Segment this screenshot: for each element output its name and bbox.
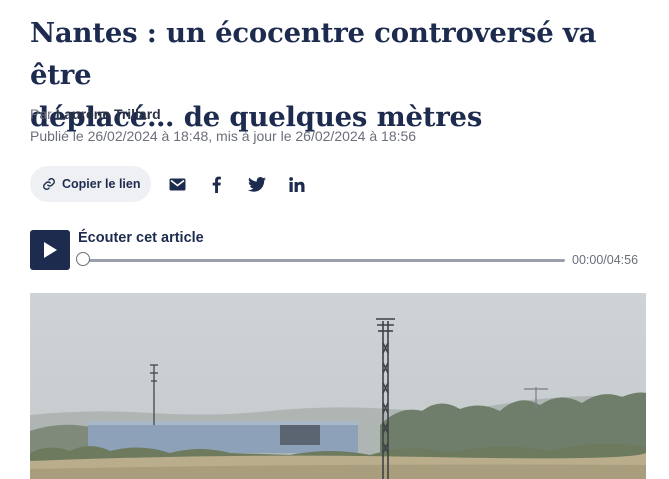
email-share-button[interactable] <box>167 174 187 194</box>
audio-title: Écouter cet article <box>78 230 204 246</box>
byline: Par Laurène Trillard <box>30 106 161 122</box>
email-icon <box>169 178 185 190</box>
play-button[interactable] <box>30 230 70 270</box>
headline-line-1: Nantes : un écocentre controversé va êtr… <box>30 17 597 91</box>
twitter-icon <box>248 176 266 192</box>
audio-progress-track[interactable] <box>84 259 565 262</box>
facebook-share-button[interactable] <box>206 174 226 194</box>
link-icon <box>43 178 55 190</box>
author-link[interactable]: Laurène Trillard <box>56 106 161 122</box>
landscape-photo <box>30 293 646 479</box>
article-photo <box>30 293 646 479</box>
twitter-share-button[interactable] <box>247 174 267 194</box>
copy-link-label: Copier le lien <box>62 177 141 191</box>
linkedin-icon <box>289 176 305 192</box>
audio-time: 00:00/04:56 <box>572 253 639 267</box>
audio-player: Écouter cet article 00:00/04:56 <box>30 228 650 272</box>
linkedin-share-button[interactable] <box>287 174 307 194</box>
play-icon <box>44 242 57 258</box>
byline-prefix: Par <box>30 106 52 122</box>
publish-dateline: Publié le 26/02/2024 à 18:48, mis à jour… <box>30 128 417 144</box>
audio-seek-handle[interactable] <box>76 252 90 266</box>
copy-link-button[interactable]: Copier le lien <box>30 166 151 202</box>
share-bar: Copier le lien <box>30 166 330 202</box>
facebook-icon <box>212 176 221 193</box>
